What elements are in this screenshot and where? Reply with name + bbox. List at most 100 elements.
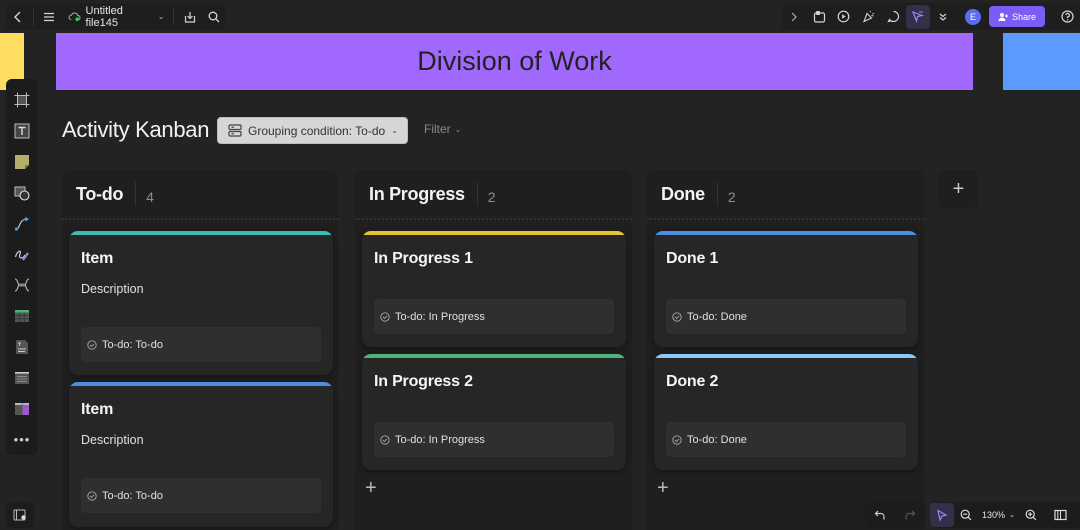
grouping-condition-dropdown[interactable]: Grouping condition: To-do ⌄ (217, 117, 408, 144)
column-title[interactable]: In Progress (369, 184, 465, 205)
top-left-toolbar: Untitled file145 ⌄ (6, 3, 226, 30)
add-card-button[interactable]: + (365, 477, 377, 500)
laser-pointer-button[interactable] (905, 4, 931, 29)
more-tools-button[interactable]: ••• (8, 424, 36, 455)
book-view-button[interactable] (1049, 503, 1073, 527)
card-status-label: To-do: Done (687, 433, 747, 446)
card-description: Description (81, 282, 144, 296)
present-button[interactable] (831, 5, 856, 29)
add-user-icon (998, 12, 1009, 21)
column-header: Done 2 (647, 170, 924, 220)
sticky-note-tool[interactable] (8, 147, 36, 178)
card-title: Item (81, 401, 114, 418)
card-status-field[interactable]: To-do: Done (666, 422, 906, 457)
select-tool-button[interactable] (930, 503, 954, 527)
frame-tool[interactable] (8, 85, 36, 116)
connector-tool[interactable] (8, 208, 36, 239)
party-popper-icon (863, 10, 875, 23)
zoom-out-button[interactable] (954, 503, 978, 527)
check-circle-icon (672, 311, 682, 322)
pen-tool[interactable] (8, 239, 36, 270)
card-status-field[interactable]: To-do: In Progress (374, 422, 614, 457)
filter-label: Filter (424, 122, 451, 136)
card-status-field[interactable]: To-do: In Progress (374, 299, 614, 334)
kanban-tool[interactable] (8, 393, 36, 424)
card-status-field[interactable]: To-do: To-do (81, 327, 321, 362)
column-count: 4 (146, 189, 154, 205)
text-tool[interactable] (8, 116, 36, 147)
add-card-button[interactable]: + (657, 477, 669, 500)
kanban-column-todo: To-do 4 Item Description To-do: To-do It… (62, 170, 339, 530)
search-icon (208, 11, 220, 22)
more-button[interactable] (930, 5, 955, 29)
menu-button[interactable] (37, 5, 61, 29)
column-header-divider (135, 182, 137, 206)
filter-dropdown[interactable]: Filter ⌄ (424, 122, 461, 136)
shape-tool[interactable] (8, 177, 36, 208)
column-count: 2 (727, 189, 736, 205)
connector-icon (14, 216, 30, 231)
mindmap-tool[interactable] (8, 270, 36, 301)
blue-sticky-note[interactable] (1003, 33, 1080, 90)
kanban-card[interactable]: In Progress 2 To-do: In Progress (362, 354, 626, 470)
template-button[interactable] (807, 5, 832, 29)
frame-icon (14, 92, 30, 108)
tool-rail: ••• (6, 79, 38, 455)
title-banner[interactable]: Division of Work (56, 33, 973, 90)
card-status-field[interactable]: To-do: To-do (81, 478, 321, 513)
help-button[interactable] (1055, 5, 1080, 29)
document-tool[interactable] (8, 332, 36, 363)
redo-icon[interactable] (904, 509, 916, 521)
zoom-in-button[interactable] (1019, 503, 1043, 527)
expand-button[interactable] (782, 5, 807, 29)
chevron-down-icon: ⌄ (157, 12, 165, 21)
chevron-down-icon: ⌄ (391, 126, 398, 135)
minimap-button[interactable] (6, 502, 34, 528)
undo-icon[interactable] (874, 509, 886, 521)
back-button[interactable] (6, 5, 30, 29)
whiteboard-canvas[interactable]: Division of Work Untitled file145 ⌄ E Sh… (0, 0, 1080, 530)
comment-button[interactable] (881, 5, 906, 29)
kanban-card[interactable]: In Progress 1 To-do: In Progress (362, 231, 626, 347)
card-status-field[interactable]: To-do: Done (666, 299, 906, 334)
add-column-button[interactable]: + (939, 170, 978, 209)
search-button[interactable] (202, 5, 226, 29)
column-title[interactable]: To-do (76, 184, 123, 205)
pen-icon (14, 250, 29, 261)
kanban-card[interactable]: Item Description To-do: To-do (69, 382, 333, 527)
text-icon (14, 123, 30, 139)
card-status-label: To-do: In Progress (395, 310, 485, 323)
file-name-dropdown[interactable]: Untitled file145 ⌄ (62, 5, 171, 29)
check-circle-icon (87, 339, 97, 350)
check-circle-icon (672, 434, 682, 445)
download-icon (184, 11, 195, 23)
card-status-label: To-do: To-do (102, 489, 163, 502)
cursor-icon (937, 509, 948, 521)
list-tool[interactable] (8, 362, 36, 393)
user-avatar[interactable]: E (965, 8, 981, 25)
kanban-card[interactable]: Item Description To-do: To-do (69, 231, 333, 375)
card-title: In Progress 1 (374, 250, 473, 267)
chevron-right-icon (791, 12, 798, 21)
kanban-card[interactable]: Done 1 To-do: Done (654, 231, 918, 347)
document-icon (16, 340, 28, 355)
toolbar-divider (173, 7, 175, 26)
share-label: Share (1012, 11, 1037, 22)
toolbar-divider (33, 7, 35, 26)
zoom-out-icon (960, 509, 972, 521)
card-status-label: To-do: In Progress (395, 433, 485, 446)
download-button[interactable] (177, 5, 201, 29)
table-icon (15, 310, 29, 323)
table-tool[interactable] (8, 301, 36, 332)
check-circle-icon (87, 490, 97, 501)
back-icon (14, 11, 21, 22)
card-title: In Progress 2 (374, 373, 473, 390)
list-icon (15, 371, 29, 384)
column-header-divider (476, 182, 478, 206)
share-button[interactable]: Share (988, 6, 1046, 27)
celebrate-button[interactable] (856, 5, 881, 29)
column-title[interactable]: Done (661, 184, 705, 205)
kanban-card[interactable]: Done 2 To-do: Done (654, 354, 918, 470)
column-header: To-do 4 (62, 170, 339, 220)
zoom-level-dropdown[interactable]: 130% ⌄ (982, 510, 1015, 520)
